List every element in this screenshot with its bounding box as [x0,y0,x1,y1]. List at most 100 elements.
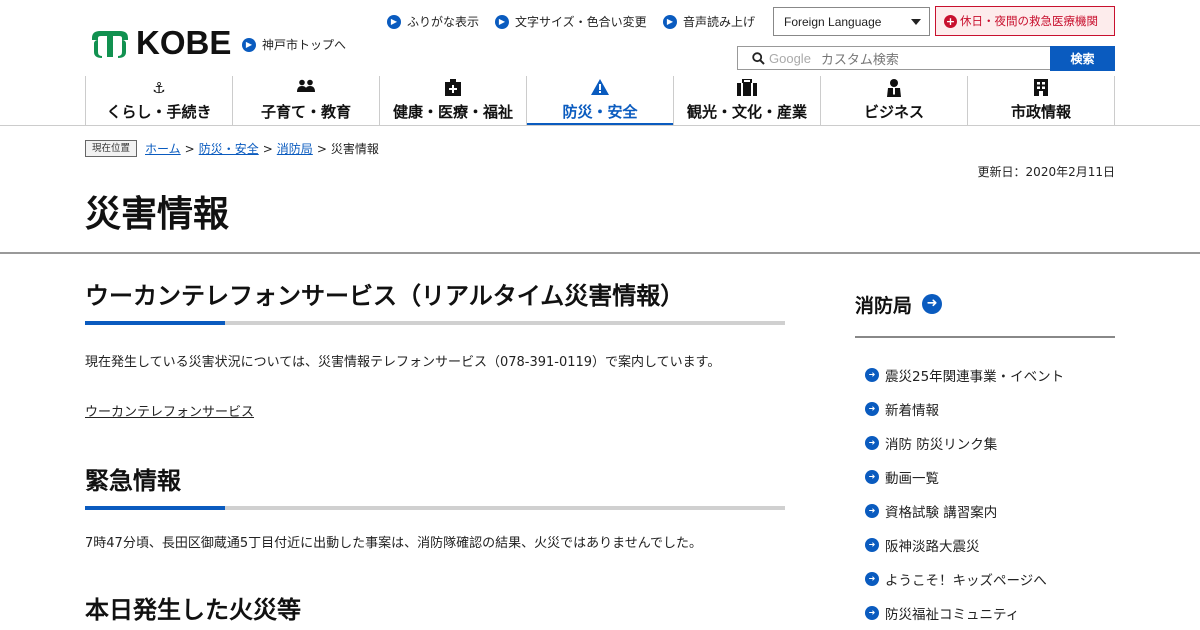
arrow-right-icon: ➜ [865,402,879,416]
breadcrumb-separator: > [316,141,327,156]
search-placeholder: カスタム検索 [820,52,899,68]
nav-label: くらし・手続き [106,103,212,121]
text-size-label: 文字サイズ・色合い変更 [515,15,647,29]
kobe-top-link[interactable]: ▶ 神戸市トップへ [242,36,346,53]
arrow-right-icon: ➜ [865,572,879,586]
emergency-label: 休日・夜間の救急医療機関 [960,14,1098,28]
text-size-link[interactable]: ▶ 文字サイズ・色合い変更 [495,13,647,30]
arrow-right-icon: ➜ [865,470,879,484]
arrow-right-icon: ➜ [865,504,879,518]
breadcrumb-current: 災害情報 [330,142,379,156]
telephone-service-text: 現在発生している災害状況については、災害情報テレフォンサービス（078-391-… [85,355,721,370]
page-title: 災害情報 [85,194,230,235]
language-select-value: Foreign Language [784,14,882,29]
nav-label: 防災・安全 [562,103,638,121]
nav-item-city[interactable]: 市政情報 [968,76,1115,126]
breadcrumb-separator: > [184,141,195,156]
nav-item-safety[interactable]: 防災・安全 [527,76,674,126]
section-heading-fires-today: 本日発生した火災等 [85,596,301,624]
anchor-icon: ⚓ [152,79,166,97]
nav-item-business[interactable]: ビジネス [821,76,968,126]
sidebar-item-label: 新着情報 [885,403,939,419]
sidebar-item-label: 動画一覧 [885,471,939,487]
breadcrumb-home-link[interactable]: ホーム [145,140,181,157]
sidebar-divider [855,336,1115,338]
sidebar-item[interactable]: ➜ 阪神淡路大震災 [855,528,1115,562]
building-icon [1034,79,1048,97]
heading-underline [85,506,785,510]
warning-icon [591,79,609,97]
nav-label: 健康・医療・福祉 [392,103,513,121]
arrow-right-icon: ➜ [865,538,879,552]
nav-item-health[interactable]: 健康・医療・福祉 [380,76,527,126]
nav-item-tourism[interactable]: 観光・文化・産業 [674,76,821,126]
nav-item-childcare[interactable]: 子育て・教育 [233,76,380,126]
sidebar-item[interactable]: ➜ 震災25年関連事業・イベント [855,358,1115,392]
updated-date: 更新日：2020年2月11日 [977,165,1115,179]
emergency-medical-button[interactable]: + 休日・夜間の救急医療機関 [935,6,1115,36]
person-icon [887,79,901,97]
kobe-logo[interactable]: KOBE [88,24,232,61]
hospital-icon [444,79,462,97]
people-icon [296,79,316,97]
sidebar-item[interactable]: ➜ 資格試験 講習案内 [855,494,1115,528]
search-button[interactable]: 検索 [1050,46,1115,71]
breadcrumb-safety-link[interactable]: 防災・安全 [199,140,259,157]
sidebar-item-label: 資格試験 講習案内 [885,505,998,521]
furigana-link[interactable]: ▶ ふりがな表示 [387,13,479,30]
nav-label: 子育て・教育 [260,103,351,121]
title-divider [0,252,1200,254]
arrow-right-icon: ➜ [865,436,879,450]
sidebar-item-label: 消防 防災リンク集 [885,437,998,453]
nav-item-life[interactable]: ⚓ くらし・手続き [86,76,233,126]
sidebar-item[interactable]: ➜ 消防 防災リンク集 [855,426,1115,460]
search-icon [752,51,765,65]
kobe-emblem-icon [92,31,128,58]
arrow-right-icon: ▶ [387,14,401,29]
search-input[interactable]: Google カスタム検索 [737,46,1051,70]
sidebar-item-label: ようこそ！キッズページへ [885,573,1047,589]
global-nav: ⚓ くらし・手続き 子育て・教育 健康・医療・福祉 防災・安全 観光・文化・産業… [85,76,1115,126]
arrow-right-icon: ➜ [865,606,879,620]
sidebar-heading-link[interactable]: 消防局 ➜ [855,286,1115,322]
sidebar: 消防局 ➜ ➜ 震災25年関連事業・イベント ➜ 新着情報 ➜ 消防 防災リンク集 ➜… [855,286,1115,630]
breadcrumb: 現在位置 ホーム > 防災・安全 > 消防局 > 災害情報 [85,140,379,157]
breadcrumb-fire-dept-link[interactable]: 消防局 [277,140,313,157]
language-select[interactable]: Foreign Language [773,7,930,36]
sidebar-item[interactable]: ➜ 防災福祉コミュニティ [855,596,1115,630]
google-brand: Google [769,50,811,66]
sidebar-item[interactable]: ➜ 動画一覧 [855,460,1115,494]
sidebar-heading: 消防局 [855,294,913,317]
sidebar-item-label: 阪神淡路大震災 [885,539,980,555]
sidebar-item[interactable]: ➜ 新着情報 [855,392,1115,426]
logo-text: KOBE [136,24,232,61]
caret-down-icon [911,19,921,25]
nav-label: 市政情報 [1010,103,1071,121]
section-heading-telephone: ウーカンテレフォンサービス（リアルタイム災害情報） [85,282,685,310]
main-content: ウーカンテレフォンサービス（リアルタイム災害情報） 現在発生している災害状況につ… [85,280,785,626]
heading-underline [85,321,785,325]
breadcrumb-separator: > [262,141,273,156]
nav-divider [0,125,1200,126]
sidebar-item-label: 震災25年関連事業・イベント [885,369,1065,385]
arrow-right-icon: ➜ [922,294,943,314]
read-aloud-link[interactable]: ▶ 音声読み上げ [663,13,755,30]
arrow-right-icon: ➜ [865,368,879,382]
suitcase-icon [737,78,757,97]
telephone-service-link[interactable]: ウーカンテレフォンサービス [85,403,254,423]
sidebar-item-label: 防災福祉コミュニティ [885,607,1020,623]
read-aloud-label: 音声読み上げ [683,15,756,29]
nav-label: ビジネス [863,103,924,121]
sidebar-item[interactable]: ➜ ようこそ！キッズページへ [855,562,1115,596]
nav-label: 観光・文化・産業 [686,103,807,121]
section-heading-emergency: 緊急情報 [85,467,181,495]
furigana-label: ふりがな表示 [407,15,480,29]
arrow-right-icon: ▶ [242,37,256,52]
emergency-info-text: 7時47分頃、長田区御蔵通5丁目付近に出動した事案は、消防隊確認の結果、火災では… [85,536,703,551]
plus-icon: + [944,14,957,28]
kobe-top-link-label: 神戸市トップへ [262,38,347,52]
arrow-right-icon: ▶ [663,14,677,29]
arrow-right-icon: ▶ [495,14,509,29]
sidebar-list: ➜ 震災25年関連事業・イベント ➜ 新着情報 ➜ 消防 防災リンク集 ➜ 動画一覧 ➜… [855,358,1115,630]
breadcrumb-tag: 現在位置 [85,140,138,157]
